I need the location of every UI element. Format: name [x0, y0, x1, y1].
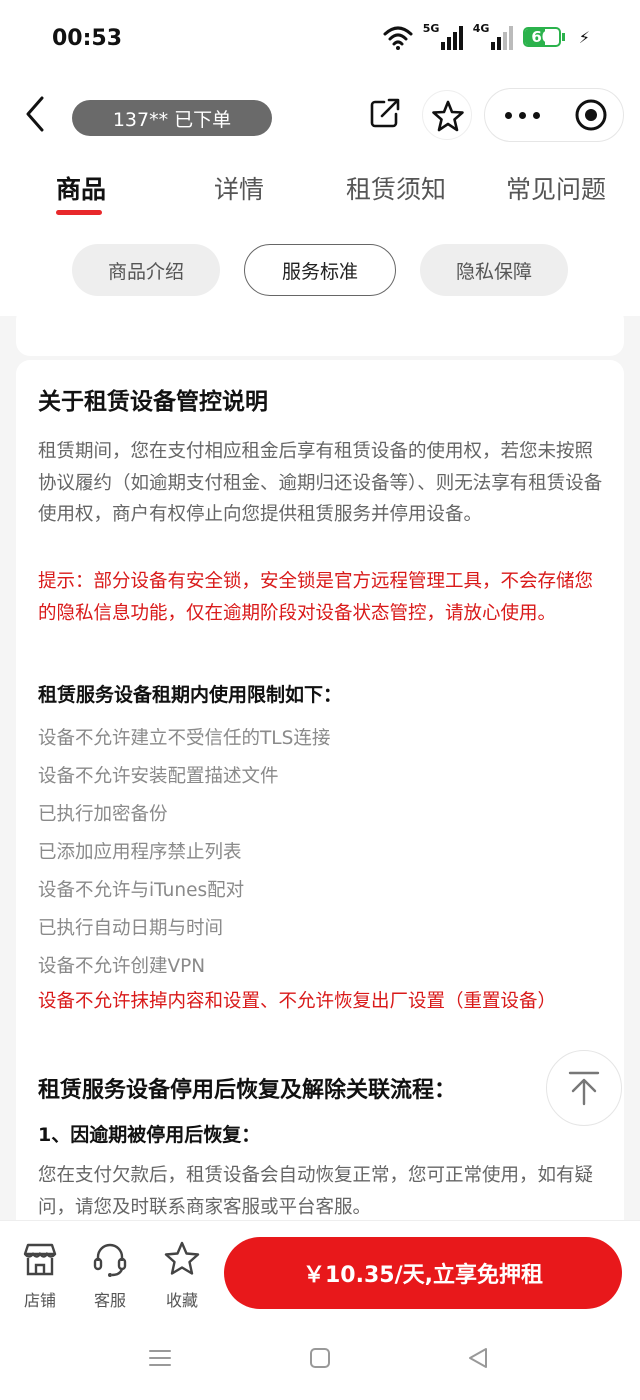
- close-circle-button[interactable]: [560, 88, 623, 142]
- restrictions-title: 租赁服务设备租期内使用限制如下：: [38, 684, 343, 706]
- wifi-icon: [383, 26, 413, 50]
- rent-now-button[interactable]: ￥10.35/天,立享免押租: [224, 1237, 622, 1309]
- tab-product[interactable]: 商品: [56, 170, 106, 206]
- subtab-product-intro[interactable]: 商品介绍: [72, 244, 220, 296]
- bottom-action-bar: 店铺 客服 收藏 ￥10.35/天,立享免押租: [0, 1220, 640, 1320]
- favorite-label: 收藏: [165, 1291, 198, 1310]
- tab-rental-notes[interactable]: 租赁须知: [346, 170, 446, 206]
- favorite-button[interactable]: 收藏: [152, 1239, 212, 1311]
- back-arrow-icon: [26, 96, 44, 132]
- shop-icon: [23, 1243, 57, 1276]
- header-bar: 137** 已下单: [0, 80, 640, 154]
- rental-paragraph: 租赁期间，您在支付相应租金后享有租赁设备的使用权，若您未按照协议履约（如逾期支付…: [38, 441, 603, 525]
- customer-service-button[interactable]: 客服: [80, 1239, 140, 1311]
- main-tabs: 商品 详情 租赁须知 常见问题: [0, 156, 640, 220]
- content-scroll-area[interactable]: 关于租赁设备管控说明 租赁期间，您在支付相应租金后享有租赁设备的使用权，若您未按…: [0, 316, 640, 1220]
- restriction-item: 设备不允许创建VPN: [38, 956, 206, 977]
- close-circle-icon: [575, 99, 607, 131]
- shop-button[interactable]: 店铺: [10, 1239, 70, 1311]
- tab-faq[interactable]: 常见问题: [506, 170, 606, 206]
- star-icon: [164, 1241, 200, 1275]
- share-button[interactable]: [362, 90, 408, 136]
- system-nav-bar: [0, 1320, 640, 1400]
- customer-service-label: 客服: [93, 1291, 126, 1310]
- menu-icon[interactable]: [148, 1346, 172, 1370]
- sub-tabs: 商品介绍 服务标准 隐私保障: [0, 240, 640, 302]
- more-dots-icon[interactable]: [485, 88, 560, 142]
- subtab-service-standard[interactable]: 服务标准: [244, 244, 396, 296]
- control-info-card: 关于租赁设备管控说明 租赁期间，您在支付相应租金后享有租赁设备的使用权，若您未按…: [16, 360, 624, 1220]
- bolt-icon: ⚡: [578, 27, 590, 47]
- restriction-item: 已执行加密备份: [38, 804, 168, 825]
- headset-icon: [93, 1243, 127, 1277]
- favorite-top-button[interactable]: [422, 90, 472, 140]
- signal-5g-label: 5G: [422, 22, 440, 35]
- card-title: 关于租赁设备管控说明: [38, 389, 268, 415]
- star-icon: [432, 100, 464, 132]
- status-bar: 00:53 5G 4G 60 ⚡: [0, 0, 640, 80]
- battery-level: 60: [531, 28, 553, 46]
- arrow-up-icon: [568, 1071, 600, 1106]
- recovery-step-text: 您在支付欠款后，租赁设备会自动恢复正常，您可正常使用，如有疑问，请您及时联系商家…: [38, 1165, 594, 1218]
- signal-4g-label: 4G: [472, 22, 490, 35]
- signal-5g-icon: 5G: [422, 22, 463, 50]
- status-icons: 5G 4G 60 ⚡: [383, 22, 590, 50]
- recovery-step-title: 1、因逾期被停用后恢复：: [38, 1124, 261, 1146]
- back-triangle-icon[interactable]: [466, 1346, 490, 1370]
- scroll-to-top-button[interactable]: [546, 1050, 622, 1126]
- signal-4g-icon: 4G: [472, 22, 513, 50]
- mini-program-capsule: [484, 88, 624, 142]
- battery-icon: 60: [522, 27, 565, 47]
- order-notice-pill: 137** 已下单: [72, 100, 272, 136]
- restriction-item: 已添加应用程序禁止列表: [38, 842, 242, 863]
- security-lock-tip: 提示：部分设备有安全锁，安全锁是官方远程管理工具，不会存储您的隐私信息功能，仅在…: [38, 571, 594, 624]
- previous-card: [16, 316, 624, 356]
- active-tab-indicator: [56, 210, 102, 215]
- restriction-item: 设备不允许安装配置描述文件: [38, 766, 279, 787]
- restriction-item: 设备不允许建立不受信任的TLS连接: [38, 728, 331, 749]
- share-icon: [370, 98, 400, 128]
- restriction-item-red: 设备不允许抹掉内容和设置、不允许恢复出厂设置（重置设备）: [38, 991, 557, 1012]
- home-icon[interactable]: [308, 1346, 332, 1370]
- back-button[interactable]: [18, 94, 54, 134]
- recovery-title: 租赁服务设备停用后恢复及解除关联流程：: [38, 1078, 457, 1103]
- restriction-item: 设备不允许与iTunes配对: [38, 880, 245, 901]
- shop-label: 店铺: [23, 1291, 56, 1310]
- tab-details[interactable]: 详情: [214, 170, 264, 206]
- status-time: 00:53: [52, 26, 123, 51]
- restriction-item: 已执行自动日期与时间: [38, 918, 224, 939]
- subtab-privacy[interactable]: 隐私保障: [420, 244, 568, 296]
